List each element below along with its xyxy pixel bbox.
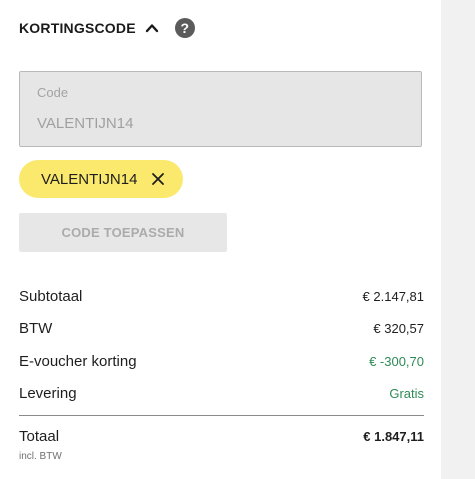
subtotal-label: Subtotaal [19,287,83,305]
summary-divider [19,415,424,416]
code-input-label: Code [37,85,69,100]
voucher-discount-value: € -300,70 [369,353,424,369]
apply-code-button[interactable]: CODE TOEPASSEN [19,213,227,252]
chevron-up-icon[interactable] [145,21,159,35]
total-vat-note: incl. BTW [19,451,62,462]
code-input-field[interactable]: Code VALENTIJN14 [19,71,422,147]
order-summary: Subtotaal € 2.147,81 BTW € 320,57 E-vouc… [19,284,424,414]
subtotal-value: € 2.147,81 [362,288,424,304]
discount-code-header[interactable]: KORTINGSCODE ? [19,18,195,38]
discount-code-title: KORTINGSCODE [19,20,136,36]
summary-row-voucher-discount: E-voucher korting € -300,70 [19,349,424,373]
close-icon[interactable] [151,172,165,186]
summary-row-subtotal: Subtotaal € 2.147,81 [19,284,424,308]
total-value: € 1.847,11 [363,429,424,444]
delivery-value: Gratis [389,386,424,401]
summary-row-vat: BTW € 320,57 [19,317,424,341]
summary-row-delivery: Levering Gratis [19,382,424,406]
help-icon[interactable]: ? [174,18,195,38]
applied-code-chip: VALENTIJN14 [19,160,184,198]
total-label: Totaal [19,428,60,445]
voucher-discount-label: E-voucher korting [19,352,137,370]
vat-label: BTW [19,320,53,337]
applied-code-label: VALENTIJN14 [41,170,138,188]
code-input-value[interactable]: VALENTIJN14 [37,115,133,132]
vat-value: € 320,57 [373,321,424,336]
side-panel [441,0,475,479]
delivery-label: Levering [19,385,77,402]
